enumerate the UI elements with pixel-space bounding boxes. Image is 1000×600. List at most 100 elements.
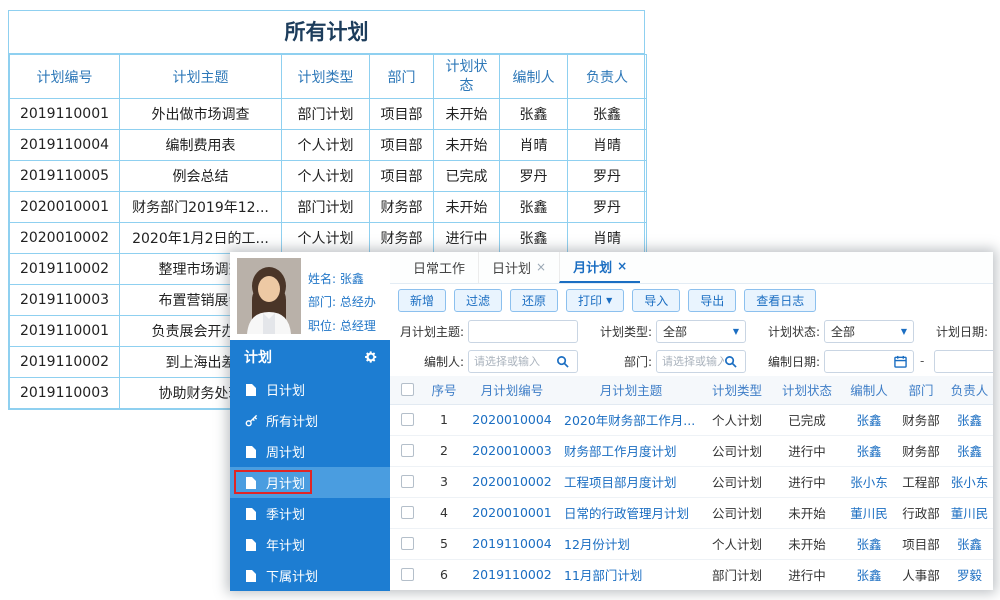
owner-link[interactable]: 张小东 — [951, 475, 989, 490]
checkbox-cell — [390, 497, 424, 529]
create-date-end-input[interactable] — [934, 349, 993, 373]
close-icon[interactable]: × — [536, 260, 546, 274]
dept-filter-input[interactable] — [662, 354, 724, 368]
sidebar-item[interactable]: 日计划 — [230, 374, 390, 405]
search-icon[interactable] — [556, 355, 569, 368]
tab-label: 月计划 — [573, 261, 613, 276]
toolbar-button-label: 打印 — [578, 293, 603, 308]
id-link[interactable]: 2020010002 — [472, 474, 552, 489]
creator-link[interactable]: 董川民 — [850, 506, 888, 521]
toolbar-button-label: 查看日志 — [756, 293, 805, 308]
id-link[interactable]: 2020010003 — [472, 443, 552, 458]
creator-link[interactable]: 张鑫 — [856, 568, 881, 583]
create-date-start-input[interactable] — [824, 349, 914, 373]
creator-filter-label: 编制人: — [423, 354, 464, 369]
table-cell: 罗毅 — [946, 559, 993, 590]
status-filter-select[interactable]: 全部 ▼ — [824, 319, 914, 343]
all-plans-header-row: 计划编号 计划主题 计划类型 部门 计划状态 编制人 负责人 — [9, 54, 647, 99]
subject-link[interactable]: 12月份计划 — [564, 537, 630, 552]
table-cell: 张鑫 — [946, 528, 993, 560]
creator-filter-input[interactable] — [474, 354, 556, 368]
sidebar-title: 计划 — [244, 350, 272, 366]
tab[interactable]: 日计划 × — [478, 252, 559, 283]
subject-link[interactable]: 财务部工作月度计划 — [564, 444, 677, 459]
owner-link[interactable]: 张鑫 — [957, 537, 982, 552]
owner-link[interactable]: 罗毅 — [957, 568, 982, 583]
table-cell: 公司计划 — [702, 435, 772, 467]
sidebar-item[interactable]: 年计划 — [230, 529, 390, 560]
toolbar-button[interactable]: 打印 ▼ — [566, 288, 625, 312]
id-link[interactable]: 2020010004 — [472, 412, 552, 427]
sidebar-item[interactable]: 下属计划 — [230, 560, 390, 591]
table-cell: 2019110004 — [464, 528, 560, 560]
sidebar-item-label: 周计划 — [266, 446, 306, 461]
table-cell: 张鑫 — [499, 98, 568, 130]
row-checkbox[interactable] — [400, 413, 414, 426]
table-cell: 肖晴 — [499, 129, 568, 161]
subject-link[interactable]: 工程项目部月度计划 — [564, 475, 677, 490]
chevron-down-icon: ▼ — [606, 295, 613, 305]
toolbar-button[interactable]: 过滤 — [454, 288, 503, 312]
table-cell: 个人计划 — [281, 160, 370, 192]
id-link[interactable]: 2020010001 — [472, 505, 552, 520]
creator-link[interactable]: 张小东 — [850, 475, 888, 490]
chevron-down-icon: ▼ — [900, 326, 907, 336]
row-checkbox[interactable] — [400, 444, 414, 457]
row-checkbox[interactable] — [400, 475, 414, 488]
table-cell: 董川民 — [842, 497, 896, 529]
type-filter-select[interactable]: 全部 ▼ — [656, 319, 746, 343]
subject-filter-input[interactable] — [468, 319, 578, 343]
subject-link[interactable]: 11月部门计划 — [564, 568, 642, 583]
owner-link[interactable]: 张鑫 — [957, 444, 982, 459]
table-cell: 董川民 — [946, 497, 993, 529]
search-icon[interactable] — [724, 355, 737, 368]
toolbar-button[interactable]: 导出 — [688, 288, 737, 312]
column-header: 计划状态 — [433, 54, 500, 99]
sidebar-item[interactable]: 季计划 — [230, 498, 390, 529]
creator-link[interactable]: 张鑫 — [856, 537, 881, 552]
profile-name: 姓名: 张鑫 — [308, 272, 364, 286]
row-checkbox[interactable] — [400, 506, 414, 519]
toolbar-button[interactable]: 新增 — [398, 288, 447, 312]
toolbar-button[interactable]: 还原 — [510, 288, 559, 312]
table-cell: 2020010004 — [464, 404, 560, 436]
table-cell: 未开始 — [433, 191, 500, 223]
table-cell: 张小东 — [842, 466, 896, 498]
table-cell: 例会总结 — [119, 160, 282, 192]
avatar — [237, 258, 301, 334]
column-header: 负责人 — [946, 376, 993, 405]
column-header: 部门 — [896, 376, 946, 405]
sidebar-header: 计划 — [230, 340, 390, 374]
table-cell: 1 — [424, 404, 464, 436]
column-header-label: 计划状态 — [445, 59, 488, 94]
creator-link[interactable]: 张鑫 — [856, 444, 881, 459]
select-all-checkbox[interactable] — [400, 383, 414, 397]
creator-link[interactable]: 张鑫 — [856, 413, 881, 428]
table-cell: 张鑫 — [842, 528, 896, 560]
toolbar-button[interactable]: 导入 — [632, 288, 681, 312]
tab[interactable]: 日常工作 — [400, 252, 478, 283]
table-cell: 项目部 — [369, 160, 434, 192]
sidebar-item[interactable]: 月计划 — [230, 467, 390, 498]
sidebar-item[interactable]: 所有计划 — [230, 405, 390, 436]
owner-link[interactable]: 董川民 — [951, 506, 989, 521]
sidebar-item[interactable]: 周计划 — [230, 436, 390, 467]
table-cell: 张鑫 — [499, 222, 568, 254]
column-header-label: 部门 — [387, 69, 416, 86]
gear-icon[interactable] — [364, 350, 378, 364]
id-link[interactable]: 2019110002 — [472, 567, 552, 582]
filter-row-2: 编制人: 部门: 编制日期: — [390, 346, 993, 376]
tab[interactable]: 月计划 × — [559, 252, 641, 283]
close-icon[interactable]: × — [617, 259, 627, 273]
table-cell: 未开始 — [433, 98, 500, 130]
table-cell: 6 — [424, 559, 464, 590]
id-link[interactable]: 2019110004 — [472, 536, 552, 551]
owner-link[interactable]: 张鑫 — [957, 413, 982, 428]
subject-link[interactable]: 日常的行政管理月计划 — [564, 506, 689, 521]
subject-link[interactable]: 2020年财务部工作月... — [564, 413, 695, 428]
toolbar-button[interactable]: 查看日志 — [744, 288, 817, 312]
file-icon — [244, 538, 258, 551]
row-checkbox[interactable] — [400, 568, 414, 581]
table-cell: 张鑫 — [842, 559, 896, 590]
row-checkbox[interactable] — [400, 537, 414, 550]
